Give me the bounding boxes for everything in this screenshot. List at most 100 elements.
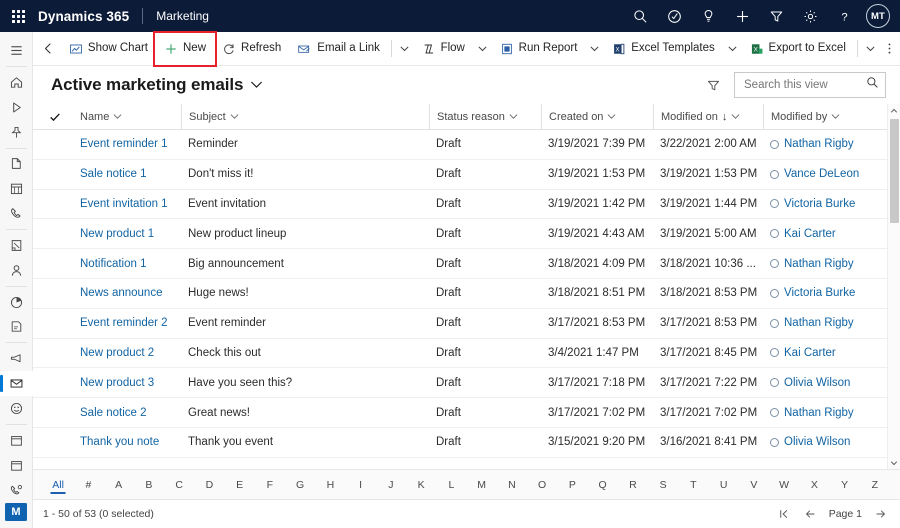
table-row[interactable]: Thank you note Thank you event Draft 3/15/2… xyxy=(33,428,900,458)
alpha-filter-s[interactable]: S xyxy=(648,470,678,500)
previous-page-icon[interactable] xyxy=(803,504,818,524)
record-name-link[interactable]: Sale notice 1 xyxy=(80,168,147,180)
modified-by-link[interactable]: Olivia Wilson xyxy=(770,377,883,389)
sidebar-item-forms[interactable] xyxy=(0,315,33,340)
excel-templates-button[interactable]: X Excel Templates xyxy=(604,34,723,64)
search-icon[interactable] xyxy=(623,0,657,32)
next-page-icon[interactable] xyxy=(873,504,888,524)
first-page-icon[interactable] xyxy=(777,504,792,524)
modified-by-link[interactable]: Victoria Burke xyxy=(770,287,883,299)
alpha-filter-x[interactable]: X xyxy=(799,470,829,500)
overflow-menu-button[interactable] xyxy=(880,34,900,64)
sidebar-item-analytics[interactable] xyxy=(0,290,33,315)
export-to-excel-button[interactable]: X Export to Excel xyxy=(742,34,854,64)
modified-by-link[interactable]: Vance DeLeon xyxy=(770,168,883,180)
alpha-filter-w[interactable]: W xyxy=(769,470,799,500)
modified-by-link[interactable]: Olivia Wilson xyxy=(770,436,883,448)
avatar[interactable]: MT xyxy=(866,4,890,28)
alpha-filter-y[interactable]: Y xyxy=(830,470,860,500)
help-icon[interactable]: ? xyxy=(827,0,861,32)
app-launcher-button[interactable] xyxy=(0,0,36,32)
table-row[interactable]: Event invitation 1 Event invitation Draft 3… xyxy=(33,190,900,220)
table-row[interactable]: Notification 1 Big announcement Draft 3/18/… xyxy=(33,249,900,279)
record-name-link[interactable]: Sale notice 2 xyxy=(80,407,147,419)
alpha-filter-all[interactable]: All xyxy=(43,470,73,500)
table-row[interactable]: Sale notice 2 Great news! Draft 3/17/2021 7… xyxy=(33,398,900,428)
run-report-caret[interactable] xyxy=(585,34,604,64)
alpha-filter-j[interactable]: J xyxy=(376,470,406,500)
record-name-link[interactable]: Notification 1 xyxy=(80,258,146,270)
add-icon[interactable] xyxy=(725,0,759,32)
alpha-filter-o[interactable]: O xyxy=(527,470,557,500)
scroll-up-icon[interactable] xyxy=(890,104,898,117)
sidebar-item-calendar[interactable] xyxy=(0,176,33,201)
modified-by-link[interactable]: Kai Carter xyxy=(770,228,883,240)
alpha-filter-c[interactable]: C xyxy=(164,470,194,500)
search-this-view-box[interactable] xyxy=(734,72,886,98)
refresh-button[interactable]: Refresh xyxy=(214,34,289,64)
alpha-filter-k[interactable]: K xyxy=(406,470,436,500)
modified-by-link[interactable]: Nathan Rigby xyxy=(770,317,883,329)
modified-by-link[interactable]: Nathan Rigby xyxy=(770,407,883,419)
excel-templates-caret[interactable] xyxy=(723,34,742,64)
back-button[interactable] xyxy=(37,34,61,64)
select-all-checkbox[interactable] xyxy=(47,111,73,123)
alpha-filter-p[interactable]: P xyxy=(557,470,587,500)
alpha-filter-g[interactable]: G xyxy=(285,470,315,500)
alpha-filter-d[interactable]: D xyxy=(194,470,224,500)
table-row[interactable]: News announce Huge news! Draft 3/18/2021 8:… xyxy=(33,279,900,309)
search-input[interactable] xyxy=(744,79,866,91)
column-header-modified-on[interactable]: Modified on ↓ xyxy=(653,103,763,130)
filter-icon[interactable] xyxy=(759,0,793,32)
alpha-filter-e[interactable]: E xyxy=(225,470,255,500)
scroll-down-icon[interactable] xyxy=(890,456,898,469)
alpha-filter-n[interactable]: N xyxy=(497,470,527,500)
email-a-link-button[interactable]: Email a Link xyxy=(289,34,388,64)
sidebar-item-home[interactable] xyxy=(0,70,33,95)
assistant-icon[interactable] xyxy=(657,0,691,32)
sidebar-item-site-map[interactable] xyxy=(0,38,33,63)
table-row[interactable]: New product 2 Check this out Draft 3/4/2021… xyxy=(33,339,900,369)
column-header-name[interactable]: Name xyxy=(73,104,181,130)
scrollbar-thumb[interactable] xyxy=(889,119,899,223)
alpha-filter-a[interactable]: A xyxy=(104,470,134,500)
alpha-filter-h[interactable]: H xyxy=(315,470,345,500)
record-name-link[interactable]: News announce xyxy=(80,287,162,299)
record-name-link[interactable]: New product 3 xyxy=(80,377,154,389)
new-button[interactable]: New xyxy=(156,34,214,64)
grid-vertical-scrollbar[interactable] xyxy=(887,104,900,469)
alpha-filter-m[interactable]: M xyxy=(467,470,497,500)
table-row[interactable]: Sale notice 1 Don't miss it! Draft 3/19/202… xyxy=(33,160,900,190)
alpha-filter-u[interactable]: U xyxy=(709,470,739,500)
record-name-link[interactable]: Event reminder 1 xyxy=(80,138,168,150)
column-header-subject[interactable]: Subject xyxy=(181,103,429,130)
record-name-link[interactable]: Thank you note xyxy=(80,436,159,448)
run-report-button[interactable]: Run Report xyxy=(492,34,586,64)
modified-by-link[interactable]: Nathan Rigby xyxy=(770,138,883,150)
alpha-filter-hash[interactable]: # xyxy=(73,470,103,500)
alpha-filter-l[interactable]: L xyxy=(436,470,466,500)
show-chart-button[interactable]: Show Chart xyxy=(61,34,156,64)
sidebar-item-notes[interactable] xyxy=(0,233,33,258)
sidebar-item-phone[interactable] xyxy=(0,201,33,226)
record-name-link[interactable]: New product 2 xyxy=(80,347,154,359)
sidebar-item-contacts[interactable] xyxy=(0,258,33,283)
gear-icon[interactable] xyxy=(793,0,827,32)
alpha-filter-q[interactable]: Q xyxy=(588,470,618,500)
column-header-created-on[interactable]: Created on xyxy=(541,103,653,130)
alpha-filter-t[interactable]: T xyxy=(678,470,708,500)
column-header-status-reason[interactable]: Status reason xyxy=(429,103,541,130)
sidebar-item-recent[interactable] xyxy=(0,95,33,120)
sidebar-item-campaign[interactable] xyxy=(0,346,33,371)
alpha-filter-z[interactable]: Z xyxy=(860,470,890,500)
sidebar-item-customer-voice[interactable] xyxy=(0,396,33,421)
lightbulb-icon[interactable] xyxy=(691,0,725,32)
scrollbar-track[interactable] xyxy=(888,117,900,456)
alpha-filter-v[interactable]: V xyxy=(739,470,769,500)
export-to-excel-caret[interactable] xyxy=(861,34,880,64)
modified-by-link[interactable]: Kai Carter xyxy=(770,347,883,359)
table-row[interactable]: Event reminder 2 Event reminder Draft 3/17/… xyxy=(33,309,900,339)
table-row[interactable]: New product 1 New product lineup Draft 3/19… xyxy=(33,219,900,250)
alpha-filter-r[interactable]: R xyxy=(618,470,648,500)
search-icon[interactable] xyxy=(866,76,879,94)
